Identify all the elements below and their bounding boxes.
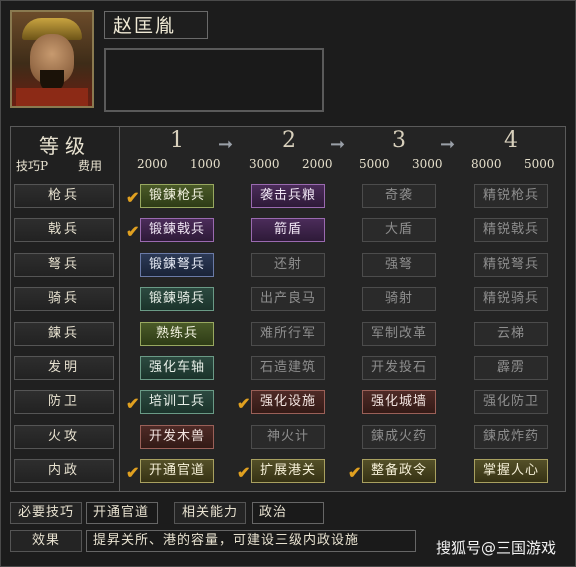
effect-value: 提昇关所、港的容量，可建设三级内政设施	[86, 530, 416, 552]
tech-cell[interactable]: 整备政令	[362, 459, 436, 483]
required-tech-label: 必要技巧	[10, 502, 82, 524]
arrow-right-icon: ➞	[440, 134, 456, 155]
level-4-tech-points: 8000	[471, 157, 502, 171]
level-3-tech-points: 5000	[359, 157, 390, 171]
arrow-right-icon: ➞	[218, 134, 234, 155]
related-ability-label: 相关能力	[174, 502, 246, 524]
level-header-title: 等级	[39, 134, 91, 158]
tech-cell[interactable]: 锻鍊戟兵	[140, 218, 214, 242]
tech-cell[interactable]: 箭盾	[251, 218, 325, 242]
tech-cell[interactable]: 霹雳	[474, 356, 548, 380]
tech-cell[interactable]: 鍊成炸药	[474, 425, 548, 449]
level-2-tech-points: 3000	[249, 157, 280, 171]
row-label: 骑兵	[14, 287, 114, 311]
tech-cell[interactable]: 出产良马	[251, 287, 325, 311]
cost-header: 费用	[78, 159, 103, 173]
tech-cell[interactable]: 开通官道	[140, 459, 214, 483]
portrait-robe	[16, 88, 88, 106]
level-2-label: 2	[282, 128, 296, 153]
officer-portrait	[10, 10, 94, 108]
level-2-gold-cost: 2000	[302, 157, 333, 171]
tech-cell[interactable]: 强化设施	[251, 390, 325, 414]
tech-cell[interactable]: 鍊成火药	[362, 425, 436, 449]
tech-cell[interactable]: 精锐弩兵	[474, 253, 548, 277]
tech-cell[interactable]: 大盾	[362, 218, 436, 242]
row-label: 鍊兵	[14, 322, 114, 346]
level-1-gold-cost: 1000	[190, 157, 221, 171]
checkmark-icon: ✔	[237, 463, 251, 482]
tech-cell[interactable]: 强化城墙	[362, 390, 436, 414]
related-ability-value: 政治	[252, 502, 324, 524]
tech-cell[interactable]: 扩展港关	[251, 459, 325, 483]
tech-cell[interactable]: 奇袭	[362, 184, 436, 208]
arrow-right-icon: ➞	[330, 134, 346, 155]
tech-cell[interactable]: 锻鍊枪兵	[140, 184, 214, 208]
checkmark-icon: ✔	[126, 394, 140, 413]
tech-cell[interactable]: 精锐戟兵	[474, 218, 548, 242]
checkmark-icon: ✔	[348, 463, 362, 482]
description-box	[104, 48, 324, 112]
checkmark-icon: ✔	[126, 463, 140, 482]
checkmark-icon: ✔	[237, 394, 251, 413]
tech-cell[interactable]: 骑射	[362, 287, 436, 311]
row-label: 弩兵	[14, 253, 114, 277]
row-label: 戟兵	[14, 218, 114, 242]
tech-cell[interactable]: 锻鍊骑兵	[140, 287, 214, 311]
tech-cell[interactable]: 锻鍊弩兵	[140, 253, 214, 277]
tech-cell[interactable]: 军制改革	[362, 322, 436, 346]
level-3-gold-cost: 3000	[412, 157, 443, 171]
tech-cell[interactable]: 神火计	[251, 425, 325, 449]
tech-cell[interactable]: 难所行军	[251, 322, 325, 346]
level-4-gold-cost: 5000	[524, 157, 555, 171]
checkmark-icon: ✔	[126, 188, 140, 207]
tech-cell[interactable]: 熟练兵	[140, 322, 214, 346]
tech-cell[interactable]: 石造建筑	[251, 356, 325, 380]
tech-cell[interactable]: 开发木兽	[140, 425, 214, 449]
row-label: 发明	[14, 356, 114, 380]
row-label: 防卫	[14, 390, 114, 414]
effect-label: 效果	[10, 530, 82, 552]
level-1-tech-points: 2000	[137, 157, 168, 171]
level-1-label: 1	[170, 128, 184, 153]
officer-name: 赵匡胤	[104, 11, 208, 39]
tech-cell[interactable]: 开发投石	[362, 356, 436, 380]
tech-cell[interactable]: 强化车轴	[140, 356, 214, 380]
tech-cell[interactable]: 精锐骑兵	[474, 287, 548, 311]
tech-cell[interactable]: 云梯	[474, 322, 548, 346]
level-4-label: 4	[504, 128, 518, 153]
level-3-label: 3	[392, 128, 406, 153]
tech-cell[interactable]: 精锐枪兵	[474, 184, 548, 208]
row-label: 枪兵	[14, 184, 114, 208]
row-label: 火攻	[14, 425, 114, 449]
tech-cell[interactable]: 掌握人心	[474, 459, 548, 483]
row-label: 内政	[14, 459, 114, 483]
tech-points-header: 技巧P	[16, 159, 49, 173]
checkmark-icon: ✔	[126, 222, 140, 241]
required-tech-value: 开通官道	[86, 502, 158, 524]
tech-cell[interactable]: 强弩	[362, 253, 436, 277]
tech-cell[interactable]: 还射	[251, 253, 325, 277]
tech-cell[interactable]: 强化防卫	[474, 390, 548, 414]
watermark: 搜狐号@三国游戏	[436, 539, 557, 557]
tech-cell[interactable]: 袭击兵粮	[251, 184, 325, 208]
tech-cell[interactable]: 培训工兵	[140, 390, 214, 414]
